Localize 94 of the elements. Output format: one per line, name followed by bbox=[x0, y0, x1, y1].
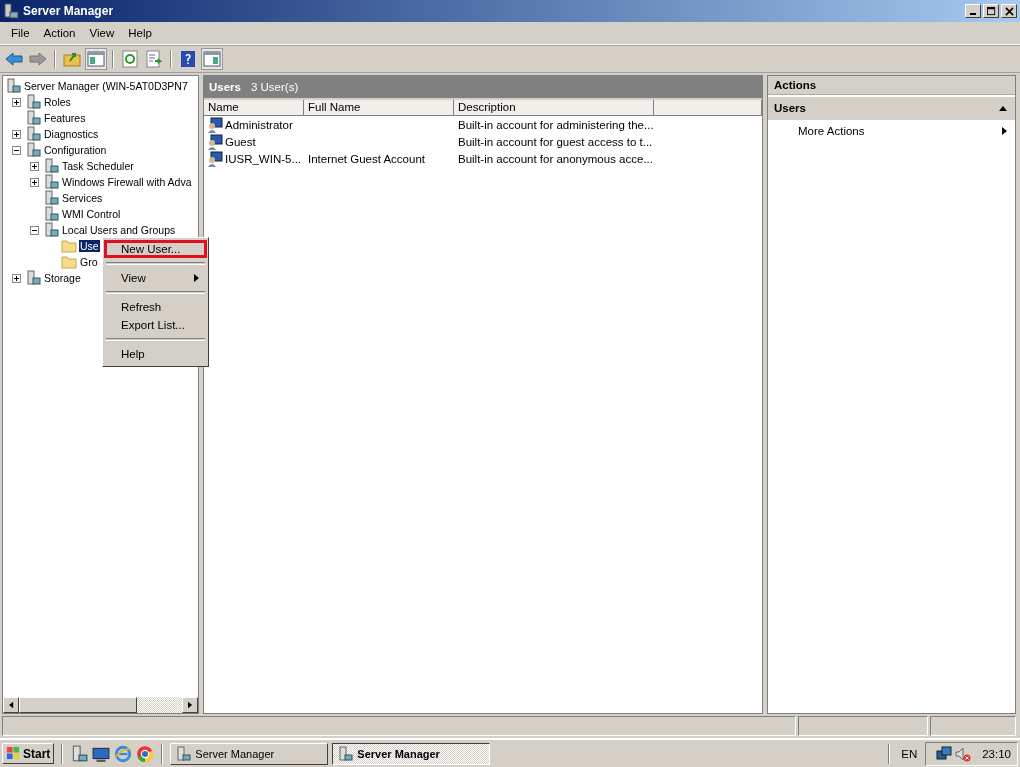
export-list-icon[interactable] bbox=[144, 49, 164, 69]
tree-item[interactable]: Configuration bbox=[43, 144, 108, 156]
expander-icon[interactable] bbox=[12, 145, 21, 155]
close-icon bbox=[1004, 6, 1014, 16]
tree-item[interactable]: Use bbox=[79, 240, 100, 252]
expander-icon[interactable] bbox=[30, 225, 39, 235]
action-pane-icon[interactable] bbox=[202, 49, 222, 69]
actions-header: Actions bbox=[768, 76, 1015, 95]
column-header[interactable]: Full Name bbox=[304, 100, 454, 116]
menu-item[interactable]: View bbox=[82, 27, 122, 39]
window-title: Server Manager bbox=[23, 4, 114, 18]
expander-icon[interactable] bbox=[12, 129, 21, 139]
node-icon bbox=[5, 78, 21, 94]
submenu-arrow-icon bbox=[1002, 127, 1007, 135]
table-cell: Built-in account for anonymous acce... bbox=[458, 152, 653, 165]
user-count: 3 User(s) bbox=[250, 81, 299, 93]
tree-item[interactable]: Features bbox=[43, 112, 87, 124]
node-icon bbox=[25, 126, 41, 142]
taskbar-button[interactable]: Server Manager bbox=[170, 742, 329, 765]
menu-item[interactable]: Refresh bbox=[104, 298, 207, 316]
tree-item[interactable]: Diagnostics bbox=[43, 128, 100, 140]
menu-item[interactable]: New User... bbox=[104, 240, 207, 258]
node-icon bbox=[25, 110, 41, 126]
node-icon bbox=[25, 142, 41, 158]
expander-icon[interactable] bbox=[12, 273, 21, 283]
table-cell: IUSR_WIN-5... bbox=[225, 152, 302, 165]
maximize-button[interactable] bbox=[983, 4, 999, 18]
menu-item[interactable]: Help bbox=[104, 345, 207, 363]
column-header[interactable]: Name bbox=[204, 100, 304, 116]
expander-icon[interactable] bbox=[30, 177, 39, 187]
pane-title: Users bbox=[209, 81, 241, 93]
tree-item[interactable]: Local Users and Groups bbox=[61, 224, 177, 236]
language-indicator[interactable]: EN bbox=[897, 747, 922, 760]
minimize-button[interactable] bbox=[965, 4, 981, 18]
server-icon bbox=[3, 3, 19, 19]
column-header[interactable] bbox=[654, 100, 762, 116]
folder-icon bbox=[61, 254, 77, 270]
taskbar-button[interactable]: Server Manager bbox=[332, 742, 491, 765]
table-cell: Administrator bbox=[225, 118, 293, 131]
action-link[interactable]: More Actions bbox=[798, 125, 865, 137]
table-cell: Guest bbox=[225, 135, 256, 148]
node-icon bbox=[43, 174, 59, 190]
folder-icon bbox=[61, 238, 77, 254]
expander-icon[interactable] bbox=[30, 161, 39, 171]
tree-item[interactable]: Task Scheduler bbox=[61, 160, 135, 172]
horizontal-scrollbar[interactable] bbox=[3, 697, 198, 713]
muted-speaker-icon[interactable] bbox=[955, 745, 972, 762]
table-cell: Internet Guest Account bbox=[308, 152, 425, 165]
node-icon bbox=[43, 190, 59, 206]
section-title: Users bbox=[774, 102, 806, 114]
close-button[interactable] bbox=[1001, 4, 1017, 18]
server-icon[interactable] bbox=[70, 744, 89, 763]
node-icon bbox=[43, 222, 59, 238]
minimize-icon bbox=[970, 12, 976, 15]
clock: 23:10 bbox=[982, 747, 1011, 760]
node-icon bbox=[43, 206, 59, 222]
column-header[interactable]: Description bbox=[454, 100, 654, 116]
menu-item[interactable]: Action bbox=[36, 27, 83, 39]
node-icon bbox=[25, 270, 41, 286]
expander-icon[interactable] bbox=[12, 97, 21, 107]
table-cell: Built-in account for administering the... bbox=[458, 118, 654, 131]
tree-item[interactable]: Gro bbox=[79, 256, 99, 268]
network-icon[interactable] bbox=[936, 745, 953, 762]
pane-toggle-icon[interactable] bbox=[86, 49, 106, 69]
tree-item[interactable]: WMI Control bbox=[61, 208, 122, 220]
tree-item[interactable]: Server Manager (WIN-5AT0D3PN7 bbox=[23, 80, 189, 92]
start-button[interactable]: Start bbox=[2, 743, 55, 764]
collapse-arrow-icon[interactable] bbox=[999, 105, 1007, 111]
node-icon bbox=[43, 158, 59, 174]
menu-item[interactable]: Export List... bbox=[104, 316, 207, 334]
chrome-icon[interactable] bbox=[136, 744, 155, 763]
maximize-icon bbox=[986, 6, 996, 16]
user-icon bbox=[207, 150, 223, 167]
table-cell: Built-in account for guest access to t... bbox=[458, 135, 653, 148]
tree-item[interactable]: Windows Firewall with Adva bbox=[61, 176, 193, 188]
server-icon bbox=[337, 745, 354, 762]
user-icon bbox=[207, 116, 223, 133]
user-icon bbox=[207, 133, 223, 150]
section-header[interactable]: Users bbox=[768, 97, 1015, 120]
scroll-right-icon[interactable] bbox=[187, 701, 193, 709]
tree-item[interactable]: Roles bbox=[43, 96, 72, 108]
help-icon[interactable] bbox=[178, 49, 198, 69]
windows-logo-icon bbox=[6, 746, 21, 761]
scroll-left-icon[interactable] bbox=[8, 701, 14, 709]
menu-item[interactable]: File bbox=[4, 27, 37, 39]
back-arrow-icon[interactable] bbox=[4, 49, 24, 69]
menu-item[interactable]: View bbox=[104, 269, 207, 287]
refresh-icon[interactable] bbox=[120, 49, 140, 69]
node-icon bbox=[25, 94, 41, 110]
menu-item[interactable]: Help bbox=[121, 27, 159, 39]
submenu-arrow-icon bbox=[194, 274, 199, 282]
server-icon bbox=[175, 745, 192, 762]
tree-item[interactable]: Services bbox=[61, 192, 104, 204]
tree-item[interactable]: Storage bbox=[43, 272, 82, 284]
